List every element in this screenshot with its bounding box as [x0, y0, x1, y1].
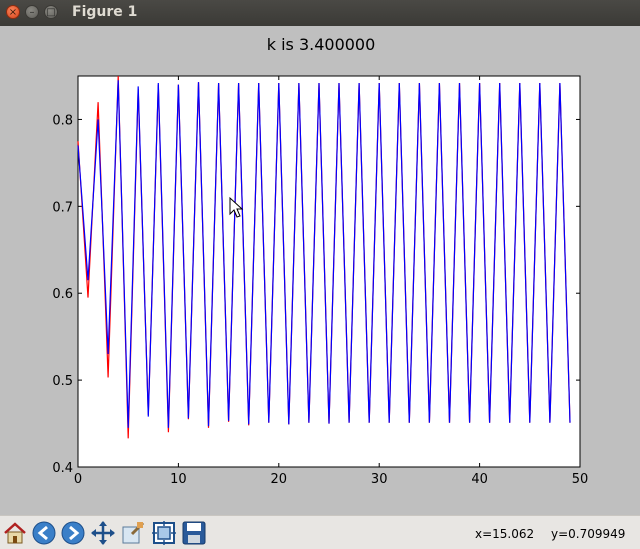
window-title: Figure 1	[72, 4, 138, 20]
home-icon	[4, 522, 26, 544]
save-icon	[182, 521, 206, 545]
window-titlebar: × – □ Figure 1	[0, 0, 640, 26]
subplots-icon	[152, 521, 176, 545]
x-tick-label: 50	[572, 472, 589, 487]
maximize-button[interactable]: □	[44, 5, 58, 19]
y-coordinate-readout: y=0.709949	[551, 527, 626, 541]
pan-icon	[91, 521, 115, 545]
zoom-icon	[122, 521, 145, 544]
y-tick-label: 0.8	[52, 113, 73, 128]
chart-title: k is 3.400000	[267, 35, 376, 54]
subplots-button[interactable]	[151, 520, 177, 546]
y-tick-label: 0.4	[52, 461, 73, 476]
x-tick-label: 20	[271, 472, 288, 487]
forward-icon	[61, 521, 85, 545]
close-button[interactable]: ×	[6, 5, 20, 19]
home-button[interactable]	[2, 520, 28, 546]
pan-button[interactable]	[90, 520, 116, 546]
x-tick-label: 30	[371, 472, 388, 487]
back-button[interactable]	[31, 520, 57, 546]
y-tick-label: 0.6	[52, 287, 73, 302]
plot-svg: k is 3.400000 0 10 20 30 40 50 0.4 0.5 0.6 0.7 0.8	[52, 35, 589, 487]
save-button[interactable]	[181, 520, 207, 546]
y-tick-label: 0.7	[52, 200, 73, 215]
zoom-button[interactable]	[120, 520, 146, 546]
x-coordinate-readout: x=15.062	[475, 527, 535, 541]
x-tick-label: 10	[170, 472, 187, 487]
y-tick-label: 0.5	[52, 374, 73, 389]
x-tick-label: 0	[74, 472, 82, 487]
x-tick-label: 40	[471, 472, 488, 487]
back-icon	[32, 521, 56, 545]
figure-canvas[interactable]: k is 3.400000 0 10 20 30 40 50 0.4 0.5 0.6 0.7 0.8	[0, 26, 640, 515]
navigation-toolbar: x=15.062 y=0.709949	[0, 515, 640, 549]
minimize-button[interactable]: –	[25, 5, 39, 19]
forward-button[interactable]	[60, 520, 86, 546]
